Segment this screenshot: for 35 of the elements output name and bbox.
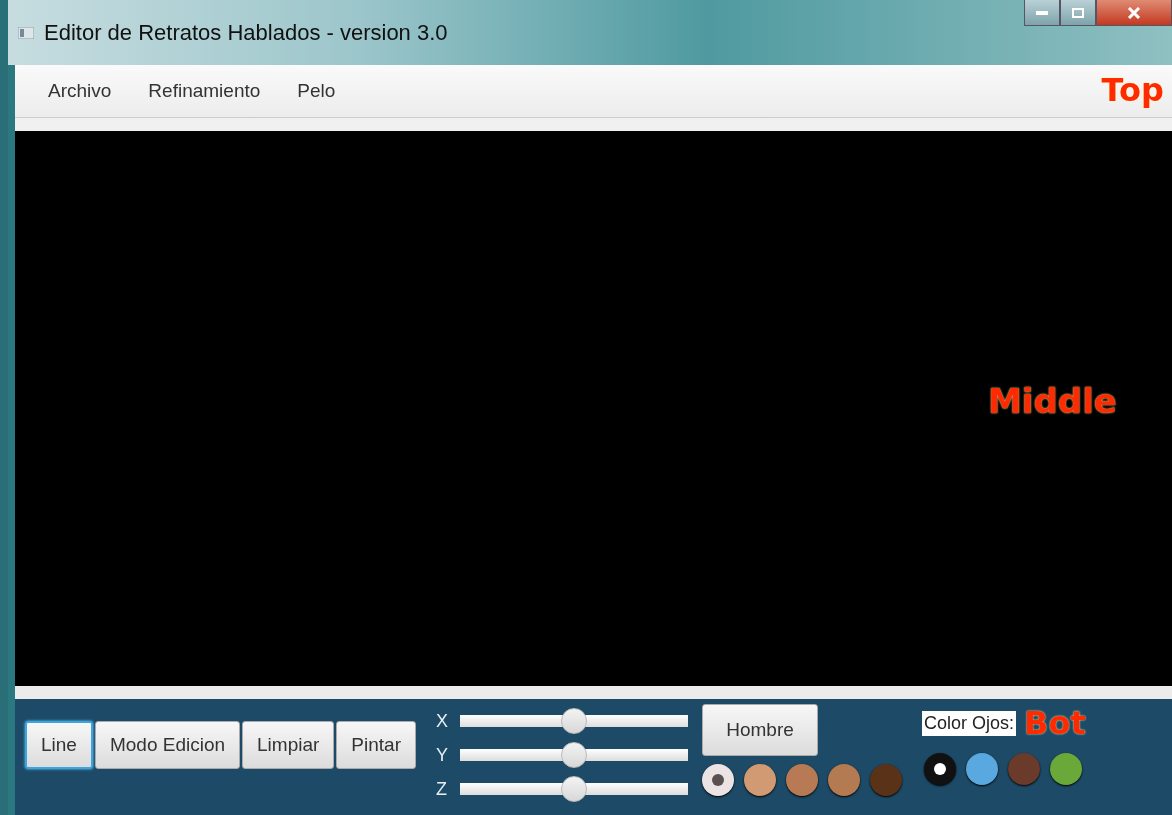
slider-thumb[interactable] <box>561 742 587 768</box>
gender-button[interactable]: Hombre <box>702 704 818 756</box>
window-title: Editor de Retratos Hablados - version 3.0 <box>44 19 448 46</box>
window-icon <box>18 26 34 39</box>
eye-color-swatch[interactable] <box>966 753 998 785</box>
maximize-button[interactable] <box>1060 0 1096 26</box>
annotation-label: Bot <box>1024 704 1086 742</box>
maximize-icon <box>1072 7 1084 18</box>
eye-color-swatch[interactable] <box>1050 753 1082 785</box>
eye-color-swatch[interactable] <box>1008 753 1040 785</box>
skin-color-swatch[interactable] <box>786 764 818 796</box>
axis-label: Z <box>436 778 448 800</box>
slider-thumb[interactable] <box>561 708 587 734</box>
tool-button[interactable]: Line <box>25 721 93 769</box>
tool-button[interactable]: Pintar <box>336 721 416 769</box>
annotation-label: Top <box>1101 71 1164 109</box>
menu-item[interactable]: Refinamiento <box>148 80 261 102</box>
menu-item[interactable]: Archivo <box>48 80 112 102</box>
skin-color-swatch[interactable] <box>870 764 902 796</box>
close-icon <box>1127 6 1141 19</box>
minimize-icon <box>1036 10 1048 15</box>
annotation-label: Middle <box>988 381 1117 421</box>
axis-label: Y <box>436 744 449 766</box>
eye-color-label: Color Ojos: <box>922 710 1017 736</box>
tool-button[interactable]: Modo Edicion <box>94 721 241 769</box>
skin-color-swatch[interactable] <box>744 764 776 796</box>
close-button[interactable] <box>1096 0 1172 26</box>
menu-item[interactable]: Pelo <box>297 80 336 102</box>
slider-thumb[interactable] <box>561 776 587 802</box>
skin-color-swatch[interactable] <box>702 764 734 796</box>
tool-button[interactable]: Limpiar <box>242 721 335 769</box>
minimize-button[interactable] <box>1024 0 1060 26</box>
skin-color-swatch[interactable] <box>828 764 860 796</box>
eye-color-swatch[interactable] <box>924 753 956 785</box>
axis-label: X <box>436 710 449 732</box>
